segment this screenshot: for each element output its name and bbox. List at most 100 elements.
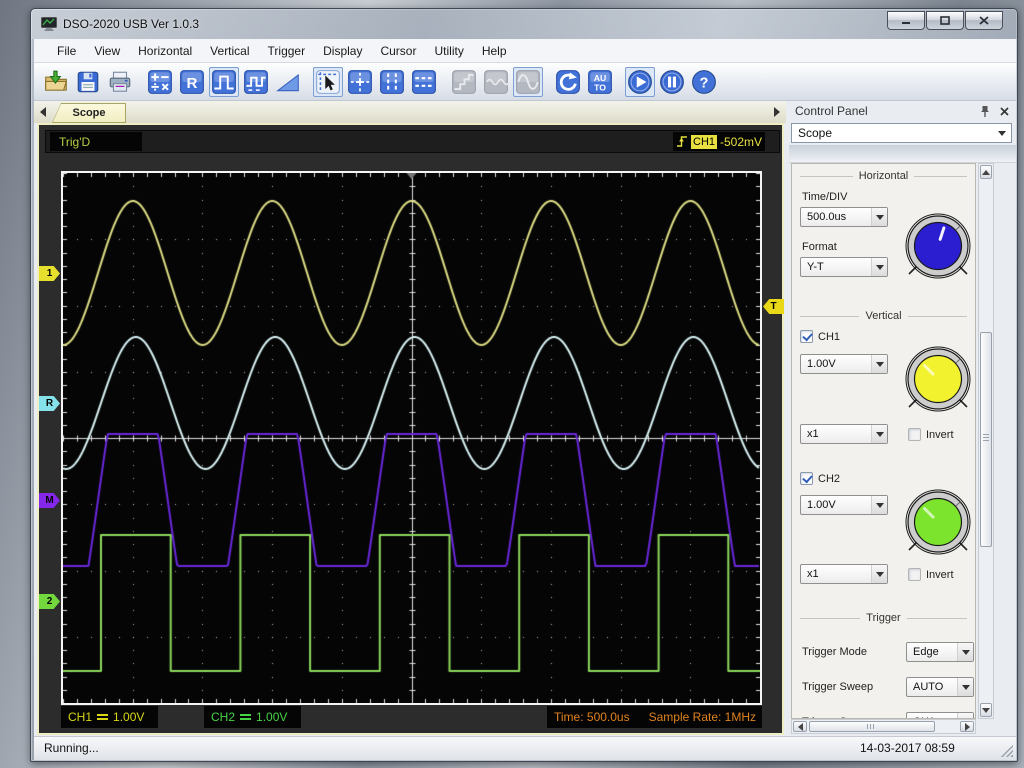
ch2-enable-checkbox[interactable]: CH2 [800, 472, 840, 485]
toolbar-v-cursors-button[interactable] [377, 67, 407, 97]
ch1-position-knob[interactable] [900, 341, 975, 417]
svg-text:?: ? [700, 75, 709, 91]
toolbar-ramp-button[interactable] [273, 67, 303, 97]
control-panel-content: Horizontal Time/DIV 500.0us Format Y-T V… [791, 163, 976, 719]
format-dropdown[interactable]: Y-T [800, 257, 888, 277]
tab-scroll-left-icon[interactable] [40, 107, 46, 117]
menu-item-utility[interactable]: Utility [425, 41, 472, 61]
scope-graticule [61, 171, 762, 705]
vertical-section-title: Vertical [800, 310, 967, 322]
minimize-button[interactable] [887, 11, 925, 30]
toolbar-print-button[interactable] [105, 67, 135, 97]
toolbar-step-wave-button [449, 67, 479, 97]
toolbar-pulse-offset-button[interactable] [241, 67, 271, 97]
time-div-dropdown[interactable]: 500.0us [800, 207, 888, 227]
horizontal-knob[interactable] [900, 208, 975, 284]
toolbar-pulse-button[interactable] [209, 66, 239, 97]
scroll-up-icon[interactable] [980, 165, 992, 179]
toolbar-pause-button[interactable] [657, 67, 687, 97]
trigger-sweep-label: Trigger Sweep [802, 681, 874, 693]
close-button[interactable] [965, 11, 1003, 30]
toolbar-refresh-button[interactable] [553, 67, 583, 97]
menu-item-view[interactable]: View [85, 41, 129, 61]
ch2-invert-checkbox[interactable]: Invert [908, 568, 954, 581]
menu-item-cursor[interactable]: Cursor [371, 41, 425, 61]
control-panel: Control Panel Scope Horizontal Time/DIV … [789, 101, 1016, 737]
panel-divider [789, 145, 1016, 163]
marker-t[interactable]: T [763, 299, 784, 314]
tab-strip: Scope [34, 101, 786, 123]
ch1-readout: CH1 1.00V [61, 706, 158, 728]
trigger-mode-dropdown[interactable]: Edge [906, 642, 974, 662]
status-bar: Running... 14-03-2017 08:59 [34, 736, 1016, 760]
toolbar-help-button[interactable]: ? [689, 67, 719, 97]
scroll-down-icon[interactable] [980, 703, 992, 717]
scope-display[interactable] [63, 173, 760, 703]
scope-readout-bar: CH1 1.00V CH2 1.00V Time: 500.0us Sample R… [39, 706, 786, 730]
panel-selector-dropdown[interactable]: Scope [791, 123, 1012, 143]
toolbar-play-button[interactable] [625, 66, 655, 97]
menu-item-horizontal[interactable]: Horizontal [129, 41, 201, 61]
svg-text:AU: AU [594, 72, 607, 82]
trigger-level-value: -502mV [720, 134, 763, 149]
ch2-scale-dropdown[interactable]: 1.00V [800, 495, 888, 515]
ch1-enable-checkbox[interactable]: CH1 [800, 330, 840, 343]
toolbar-wave-small-button [481, 67, 511, 97]
ch2-readout: CH2 1.00V [204, 706, 301, 728]
trigger-channel-badge: CH1 [691, 134, 718, 149]
toolbar-h-cursors-button[interactable] [409, 67, 439, 97]
horizontal-section-title: Horizontal [800, 170, 967, 182]
trigger-mode-label: Trigger Mode [802, 646, 868, 658]
time-value: Time: 500.0us [554, 710, 630, 724]
ch1-scale-dropdown[interactable]: 1.00V [800, 354, 888, 374]
maximize-button[interactable] [926, 11, 964, 30]
timebase-readout: Time: 500.0us Sample Rate: 1MHz [547, 706, 762, 728]
ch1-probe-dropdown[interactable]: x1 [800, 424, 888, 444]
marker-1[interactable]: 1 [39, 266, 60, 281]
menu-item-help[interactable]: Help [473, 41, 516, 61]
toolbar-auto-setup-button[interactable]: AU TO [585, 67, 615, 97]
title-bar[interactable]: DSO-2020 USB Ver 1.0.3 [31, 9, 1017, 39]
scrollbar-thumb[interactable] [980, 332, 992, 547]
trigger-status-bar: Trig'D CH1 -502mV [45, 130, 780, 153]
scroll-right-icon[interactable] [960, 721, 974, 732]
toolbar-pointer-button[interactable] [313, 66, 343, 97]
svg-text:TO: TO [594, 82, 606, 92]
desktop: { "window": { "title": "DSO-2020 USB Ver… [0, 0, 1024, 768]
app-window: DSO-2020 USB Ver 1.0.3 File View Horizonta… [30, 8, 1018, 762]
close-panel-icon[interactable] [999, 106, 1010, 117]
trigger-status: Trig'D [50, 132, 142, 151]
menu-item-vertical[interactable]: Vertical [201, 41, 258, 61]
dc-coupling-icon [240, 714, 252, 720]
toolbar: R AU TO? [34, 63, 1016, 101]
trigger-source-dropdown[interactable]: CH1 [906, 712, 974, 718]
tab-scope[interactable]: Scope [52, 103, 126, 123]
menu-item-trigger[interactable]: Trigger [259, 41, 315, 61]
toolbar-grid-button[interactable] [345, 67, 375, 97]
menu-item-display[interactable]: Display [314, 41, 371, 61]
trigger-sweep-dropdown[interactable]: AUTO [906, 677, 974, 697]
status-message: Running... [44, 741, 99, 755]
toolbar-open-file-button[interactable] [41, 67, 71, 97]
menu-item-file[interactable]: File [48, 41, 85, 61]
pin-icon[interactable] [979, 105, 991, 118]
resize-grip[interactable] [1001, 745, 1013, 757]
ch2-probe-dropdown[interactable]: x1 [800, 564, 888, 584]
toolbar-math-button[interactable] [145, 67, 175, 97]
panel-vertical-scrollbar[interactable] [978, 163, 994, 719]
scrollbar-thumb[interactable] [809, 721, 935, 732]
toolbar-reference-button[interactable]: R [177, 67, 207, 97]
window-title: DSO-2020 USB Ver 1.0.3 [63, 17, 200, 31]
tab-scroll-right-icon[interactable] [774, 107, 780, 117]
trigger-section-title: Trigger [800, 612, 967, 624]
ch1-invert-checkbox[interactable]: Invert [908, 428, 954, 441]
format-label: Format [802, 241, 837, 253]
marker-2[interactable]: 2 [39, 594, 60, 609]
marker-r[interactable]: R [39, 396, 60, 411]
ch2-position-knob[interactable] [900, 484, 975, 560]
toolbar-save-button[interactable] [73, 67, 103, 97]
marker-m[interactable]: M [39, 493, 60, 508]
scroll-left-icon[interactable] [793, 721, 807, 732]
panel-horizontal-scrollbar[interactable] [791, 719, 976, 734]
dc-coupling-icon [97, 714, 109, 720]
